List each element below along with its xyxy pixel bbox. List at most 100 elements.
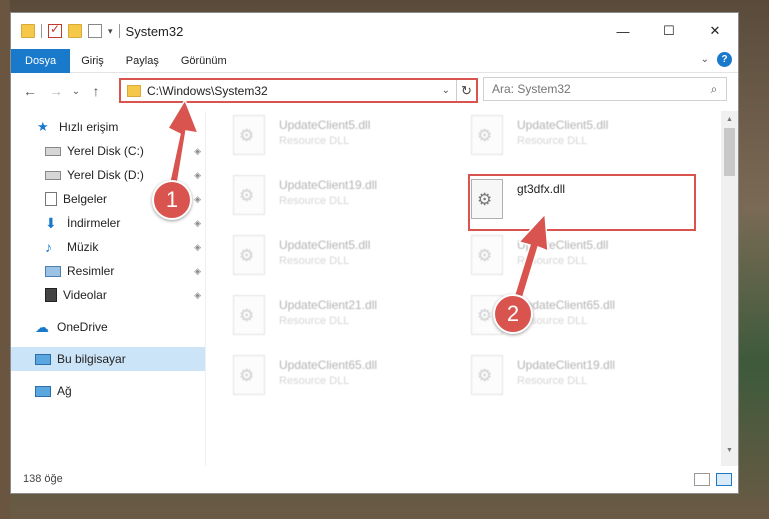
back-button[interactable]: ← [17, 83, 43, 99]
documents-icon [45, 192, 57, 206]
forward-button[interactable]: → [43, 83, 69, 99]
expand-ribbon-icon[interactable]: ⌄ [701, 54, 709, 65]
drive-icon [45, 170, 61, 180]
tab-paylas[interactable]: Paylaş [115, 49, 170, 73]
videos-icon [45, 288, 57, 302]
customize-toolbar-icon[interactable] [88, 24, 102, 38]
dll-file-icon [233, 355, 265, 395]
sidebar-item-quick-access[interactable]: ★ Hızlı erişim [11, 115, 205, 139]
minimize-button[interactable]: — [600, 13, 646, 49]
file-tile[interactable]: UpdateClient5.dll Resource DLL [471, 235, 691, 283]
sidebar-item-local-disk-c[interactable]: Yerel Disk (C:) ◈ [11, 139, 205, 163]
file-tile[interactable]: UpdateClient65.dll Resource DLL [233, 355, 453, 403]
file-name: UpdateClient5.dll [279, 118, 371, 132]
tab-giris[interactable]: Giriş [70, 49, 115, 73]
toolbar-separator [41, 24, 42, 38]
network-icon [35, 385, 51, 397]
recent-locations-button[interactable]: ⌄ [69, 86, 83, 97]
navigation-pane: ★ Hızlı erişim Yerel Disk (C:) ◈ Yerel D… [11, 111, 206, 466]
music-icon: ♪ [45, 239, 52, 255]
new-folder-icon[interactable] [68, 24, 82, 38]
sidebar-item-music[interactable]: ♪ Müzik ◈ [11, 235, 205, 259]
tab-dosya[interactable]: Dosya [11, 48, 71, 73]
dll-file-icon [471, 115, 503, 155]
sidebar-item-label: Müzik [67, 240, 99, 254]
sidebar-item-label: Yerel Disk (D:) [67, 168, 144, 182]
view-switcher [694, 472, 732, 486]
up-button[interactable]: ↑ [83, 83, 109, 99]
sidebar-item-label: Ağ [57, 384, 72, 398]
address-path[interactable]: C:\Windows\System32 [147, 84, 442, 98]
address-bar[interactable]: C:\Windows\System32 ⌄ ↻ [119, 78, 478, 103]
file-type: Resource DLL [279, 135, 350, 147]
file-tile[interactable]: UpdateClient5.dll Resource DLL [233, 115, 453, 163]
sidebar-item-network[interactable]: Ağ [11, 379, 205, 403]
search-input[interactable] [492, 82, 702, 96]
download-icon: ⬇ [45, 215, 57, 231]
tab-gorunum[interactable]: Görünüm [170, 49, 238, 73]
item-count: 138 öğe [23, 473, 63, 485]
details-view-icon[interactable] [694, 472, 710, 486]
pin-icon: ◈ [194, 217, 201, 228]
pin-icon: ◈ [194, 169, 201, 180]
file-name: UpdateClient21.dll [279, 298, 378, 312]
sidebar-item-label: Bu bilgisayar [57, 352, 126, 366]
file-tile[interactable]: UpdateClient5.dll Resource DLL [471, 115, 691, 163]
file-type: Resource DLL [279, 195, 350, 207]
status-bar: 138 öğe [11, 465, 738, 493]
step-badge-1: 1 [152, 180, 192, 220]
scroll-down-arrow-icon[interactable]: ▼ [721, 442, 738, 459]
sidebar-item-label: Videolar [63, 288, 107, 302]
file-list: UpdateClient5.dll Resource DLL UpdateClie… [221, 111, 721, 466]
search-icon[interactable]: ⌕ [702, 82, 726, 97]
title-bar: ▾ System32 — ☐ ✕ [11, 13, 738, 49]
window-controls: — ☐ ✕ [600, 13, 738, 49]
scroll-up-arrow-icon[interactable]: ▲ [721, 111, 738, 128]
drive-icon [45, 146, 61, 156]
chevron-down-icon[interactable]: ▾ [108, 26, 113, 37]
dll-file-icon [471, 355, 503, 395]
sidebar-item-label: OneDrive [57, 320, 108, 334]
file-name: UpdateClient65.dll [279, 358, 378, 372]
sidebar-item-onedrive[interactable]: ☁ OneDrive [11, 315, 205, 339]
pictures-icon [45, 265, 61, 277]
help-button[interactable]: ? [717, 52, 732, 67]
window-title: System32 [125, 23, 184, 39]
file-type: Resource DLL [517, 375, 588, 387]
sidebar-item-videos[interactable]: Videolar ◈ [11, 283, 205, 307]
ribbon-right-controls: ⌄ ? [701, 52, 732, 67]
scroll-track[interactable] [721, 176, 738, 442]
toolbar-separator [118, 24, 120, 38]
properties-icon[interactable] [48, 22, 62, 38]
refresh-button[interactable]: ↻ [456, 80, 476, 101]
sidebar-item-label: Yerel Disk (C:) [67, 144, 144, 158]
pin-icon: ◈ [194, 241, 201, 252]
dll-file-icon [233, 235, 265, 275]
close-button[interactable]: ✕ [692, 13, 738, 49]
scroll-thumb[interactable] [724, 128, 735, 176]
file-name: UpdateClient19.dll [517, 358, 616, 372]
file-tile[interactable]: UpdateClient19.dll Resource DLL [233, 175, 453, 223]
search-box[interactable]: ⌕ [483, 77, 727, 101]
file-type: Resource DLL [517, 255, 588, 267]
dll-file-icon [233, 295, 265, 335]
file-tile[interactable]: UpdateClient21.dll Resource DLL [233, 295, 453, 343]
pin-icon: ◈ [194, 265, 201, 276]
file-type: Resource DLL [279, 255, 350, 267]
sidebar-item-pictures[interactable]: Resimler ◈ [11, 259, 205, 283]
file-highlight-box [468, 174, 696, 231]
dll-file-icon [471, 235, 503, 275]
pin-icon: ◈ [194, 145, 201, 156]
cloud-icon: ☁ [35, 319, 49, 335]
file-tile[interactable]: UpdateClient5.dll Resource DLL [233, 235, 453, 283]
file-name: UpdateClient5.dll [517, 118, 609, 132]
file-type: Resource DLL [279, 315, 350, 327]
folder-icon [127, 84, 141, 97]
pin-icon: ◈ [194, 193, 201, 204]
large-icons-view-icon[interactable] [716, 472, 732, 486]
file-tile[interactable]: UpdateClient19.dll Resource DLL [471, 355, 691, 403]
sidebar-item-this-pc[interactable]: Bu bilgisayar [11, 347, 205, 371]
maximize-button[interactable]: ☐ [646, 13, 692, 49]
chevron-down-icon[interactable]: ⌄ [442, 85, 450, 96]
vertical-scrollbar[interactable]: ▲ ▼ [721, 111, 738, 466]
